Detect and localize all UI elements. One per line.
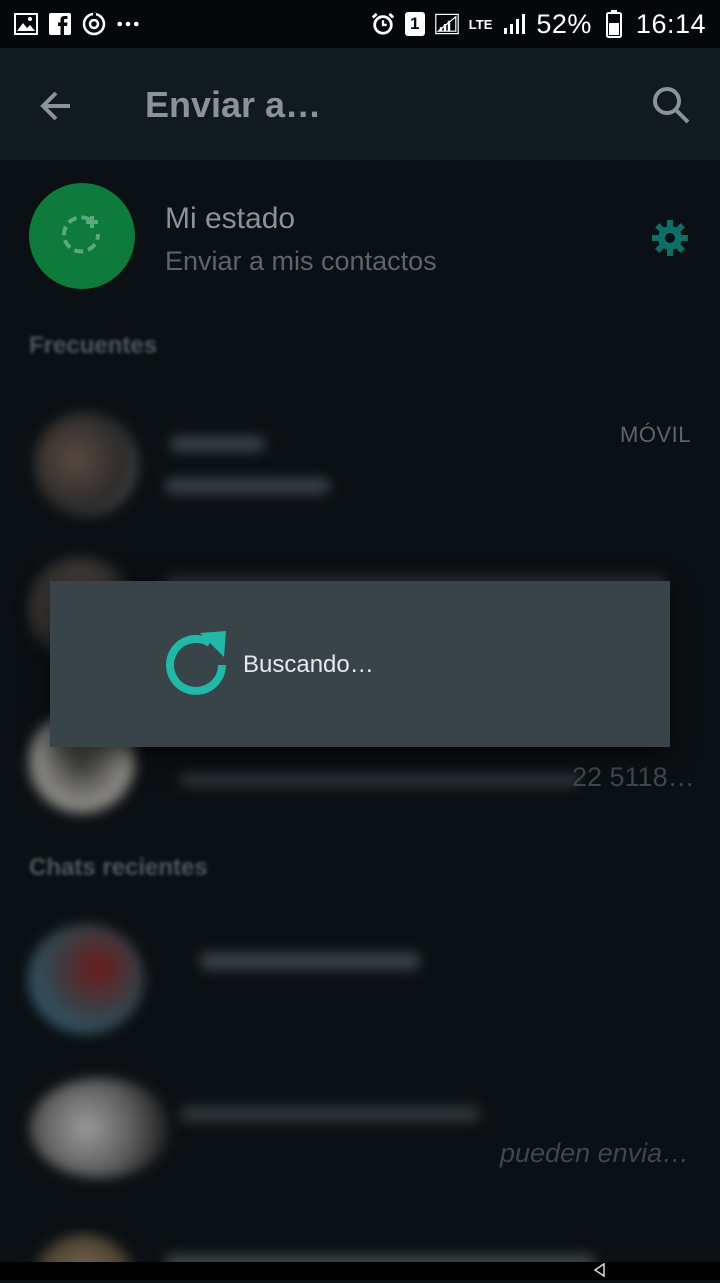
facebook-icon <box>48 12 72 36</box>
gear-icon[interactable] <box>650 218 690 258</box>
page-title: Enviar a… <box>145 84 322 125</box>
chat-name-blurred <box>200 952 420 970</box>
image-icon <box>14 12 38 36</box>
battery-icon <box>602 10 626 38</box>
chat-last-message: pueden envia… <box>500 1138 690 1168</box>
status-right-icons: 1 LTE 52% 16:14 <box>371 9 706 40</box>
list-item[interactable] <box>0 388 720 518</box>
status-left-icons <box>14 12 140 36</box>
network-type: LTE <box>468 16 493 32</box>
app-bar: Enviar a… <box>0 48 720 160</box>
nav-back-icon[interactable] <box>592 1262 608 1278</box>
battery-percent: 52% <box>536 8 592 39</box>
list-item[interactable]: pueden envia… <box>0 1078 720 1208</box>
add-status-icon <box>62 215 101 254</box>
my-status-subtitle: Enviar a mis contactos <box>165 246 437 276</box>
sim-badge: 1 <box>404 12 425 36</box>
my-status-row[interactable]: Mi estado Enviar a mis contactos <box>0 174 720 300</box>
refresh-icon <box>160 629 234 703</box>
avatar <box>30 1078 170 1178</box>
my-status-name: Mi estado <box>165 202 296 235</box>
dialog-message: Buscando… <box>243 651 374 678</box>
alarm-icon <box>371 12 395 36</box>
contact-subtitle-blurred <box>165 478 330 494</box>
arrow-back-icon[interactable] <box>36 86 76 126</box>
chat-name-blurred <box>180 1106 480 1122</box>
list-item[interactable] <box>0 918 720 1048</box>
status-avatar <box>29 183 135 289</box>
avatar <box>28 924 144 1034</box>
search-icon[interactable] <box>650 84 692 126</box>
status-badge: MÓVIL <box>620 422 691 447</box>
status-bar: 1 LTE 52% 16:14 <box>0 0 720 48</box>
section-recent: Chats recientes <box>29 854 208 881</box>
navigation-bar <box>0 1262 720 1280</box>
more-dots-icon <box>116 12 140 36</box>
signal-icon-2 <box>502 12 526 36</box>
contact-name-blurred <box>170 436 265 452</box>
section-frequent: Frecuentes <box>29 332 158 359</box>
progress-dialog: Buscando… <box>50 581 670 747</box>
avatar <box>34 412 138 516</box>
sync-icon <box>82 12 106 36</box>
contact-subtitle-blurred <box>180 774 580 786</box>
contact-number: 22 5118… <box>572 762 695 792</box>
clock: 16:14 <box>635 8 706 39</box>
signal-icon-1 <box>434 12 459 36</box>
